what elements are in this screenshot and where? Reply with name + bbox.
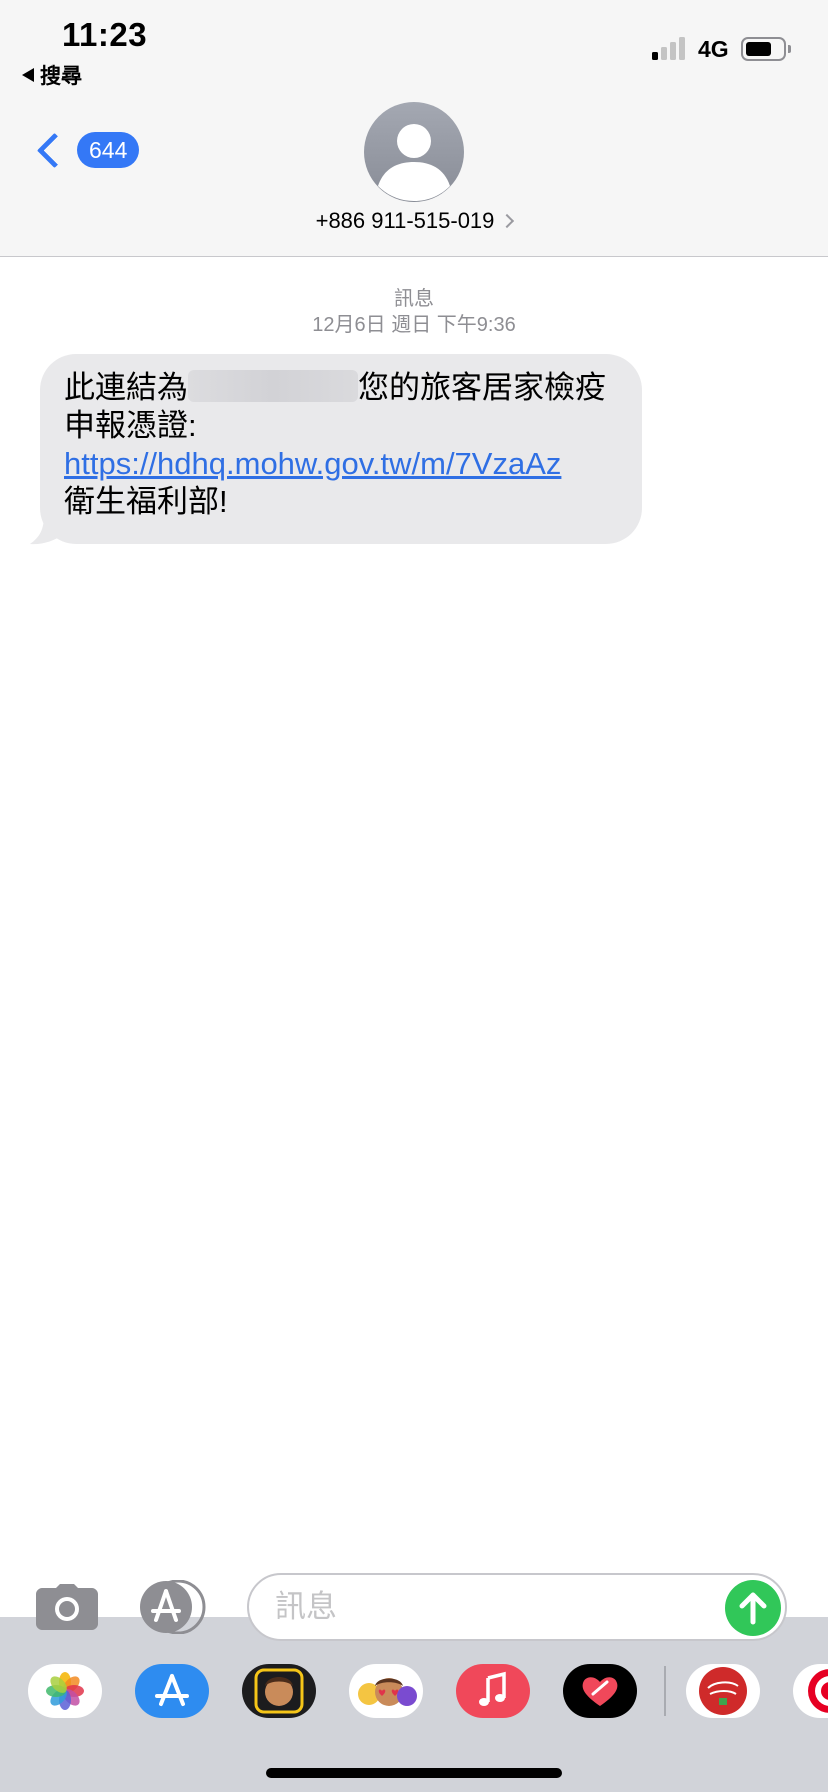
back-button[interactable]: 644 [32, 132, 140, 168]
app-store-toggle-icon [140, 1579, 206, 1635]
redacted-text [188, 370, 358, 402]
return-app-label: 搜尋 [40, 65, 82, 88]
message-text-end: 衛生福利部! [64, 484, 228, 519]
digital-touch-icon[interactable] [563, 1664, 637, 1718]
camera-icon [36, 1584, 98, 1630]
contact-name[interactable]: +886 911-515-019 [0, 208, 828, 234]
return-to-app-link[interactable]: 搜尋 [22, 60, 82, 90]
home-indicator[interactable] [266, 1768, 562, 1778]
memoji-icon[interactable] [242, 1664, 316, 1718]
cellular-signal-icon [652, 36, 685, 60]
photos-icon[interactable] [28, 1664, 102, 1718]
incoming-message-bubble[interactable]: 此連結為 您的旅客居家檢疫申報憑證: https://hdhq.mohw.gov.… [40, 354, 642, 544]
back-triangle-icon [22, 68, 34, 82]
chevron-right-icon [500, 213, 515, 229]
contact-number: +886 911-515-019 [315, 208, 495, 233]
drawer-divider [664, 1666, 666, 1716]
send-button[interactable] [725, 1580, 781, 1636]
person-silhouette-icon [378, 124, 450, 201]
message-timestamp: 12月6日 週日 下午9:36 [312, 314, 516, 336]
we-are-family-icon[interactable] [686, 1664, 760, 1718]
unread-count-badge: 644 [77, 132, 140, 168]
camera-button[interactable] [36, 1584, 98, 1630]
battery-tip [788, 45, 791, 53]
battery-icon [741, 37, 786, 61]
music-icon[interactable] [456, 1664, 530, 1718]
animoji-stickers-icon[interactable] [349, 1664, 423, 1718]
conversation-type-label: 訊息 [394, 288, 434, 310]
conversation-header: 11:23 搜尋 4G 644 +886 911-515-019 [0, 0, 828, 257]
chevron-left-icon [36, 132, 73, 168]
message-input[interactable]: 訊息 [247, 1573, 787, 1641]
contact-avatar[interactable] [364, 102, 464, 202]
message-link[interactable]: https://hdhq.mohw.gov.tw/m/7VzaAz [64, 446, 561, 481]
status-time: 11:23 [62, 16, 148, 53]
pinterest-icon[interactable] [793, 1664, 828, 1718]
network-type: 4G [698, 36, 729, 62]
app-store-icon[interactable] [135, 1664, 209, 1718]
arrow-up-icon [739, 1592, 767, 1625]
message-text-start: 此連結為 [64, 370, 188, 405]
app-store-drawer-button[interactable] [138, 1579, 214, 1635]
